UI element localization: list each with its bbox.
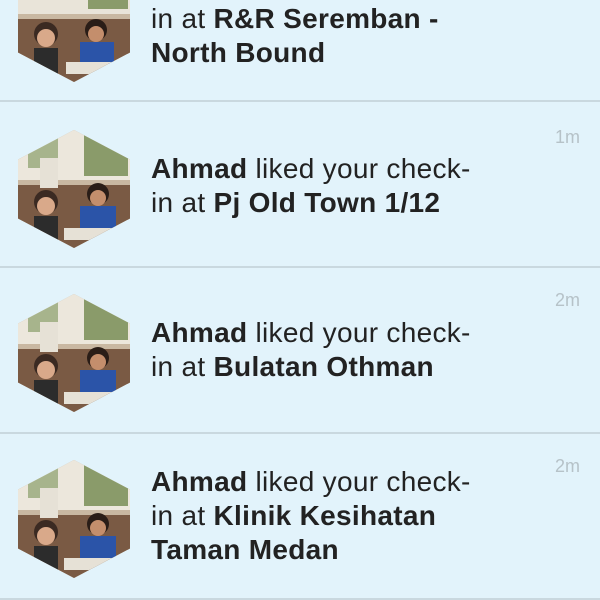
notification-action-line2: in at [151,187,214,218]
notification-item[interactable]: Ahmad liked your check- in at Pj Old Tow… [0,102,600,266]
notification-action: liked your check- [247,466,471,497]
notification-item[interactable]: in at R&R Seremban - North Bound [0,0,600,100]
user-photo-icon[interactable] [18,460,130,578]
notification-text: in at R&R Seremban - North Bound [151,2,531,70]
notification-text: Ahmad liked your check- in at Bulatan Ot… [151,316,531,384]
notification-place-line1: R&R Seremban - [213,3,439,34]
notification-action: liked your check- [247,317,471,348]
notification-user[interactable]: Ahmad [151,153,247,184]
notification-text: Ahmad liked your check- in at Pj Old Tow… [151,152,531,220]
notification-time: 2m [554,456,580,476]
notification-feed: in at R&R Seremban - North Bound Ahmad l… [0,0,600,600]
notification-user[interactable]: Ahmad [151,317,247,348]
notification-place-line2[interactable]: Taman Medan [151,534,339,565]
user-photo-icon[interactable] [18,294,130,412]
notification-time: 1m [554,127,580,147]
notification-action-line2: in at [151,500,214,531]
notification-place-line1[interactable]: Klinik Kesihatan [214,500,437,531]
user-photo-icon[interactable] [18,130,130,248]
user-photo-icon[interactable] [18,0,130,82]
notification-place-line2: North Bound [151,37,326,68]
notification-action: liked your check- [247,153,471,184]
notification-item[interactable]: Ahmad liked your check- in at Klinik Kes… [0,434,600,600]
notification-place[interactable]: Bulatan Othman [214,351,434,382]
notification-action-line2: in at [151,351,214,382]
notification-text: Ahmad liked your check- in at Klinik Kes… [151,465,531,567]
notification-user[interactable]: Ahmad [151,466,247,497]
notification-time: 2m [554,290,580,310]
notification-action-line2: in at [151,3,214,34]
notification-place[interactable]: Pj Old Town 1/12 [214,187,441,218]
notification-item[interactable]: Ahmad liked your check- in at Bulatan Ot… [0,268,600,432]
